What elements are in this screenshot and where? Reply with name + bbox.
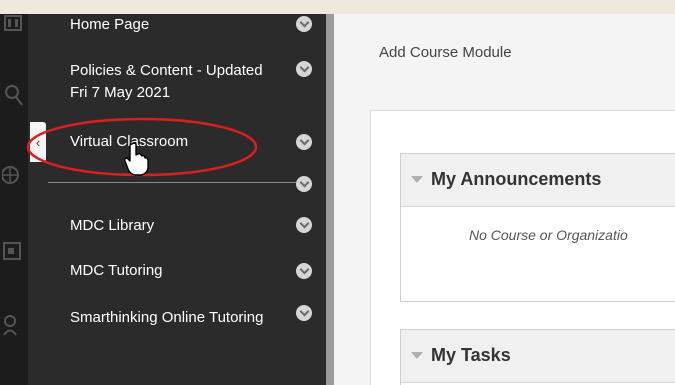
module-header[interactable]: My Announcements [401, 154, 675, 207]
main-content: Add Course Module My Announcements No Co… [334, 14, 675, 385]
menu-scrollbar[interactable] [326, 14, 334, 385]
menu-item-smarthinking[interactable]: Smarthinking Online Tutoring [70, 307, 280, 329]
add-course-module-link[interactable]: Add Course Module [379, 44, 512, 61]
collapse-triangle-icon[interactable] [411, 352, 423, 359]
chevron-down-icon[interactable] [296, 263, 312, 279]
modules-container: My Announcements No Course or Organizati… [370, 110, 675, 385]
menu-item-policies-content[interactable]: Policies & Content - Updated Fri 7 May 2… [70, 60, 280, 104]
chevron-down-icon[interactable] [296, 16, 312, 32]
module-my-tasks: My Tasks [400, 329, 675, 385]
module-my-announcements: My Announcements No Course or Organizati… [400, 153, 675, 302]
module-title: My Tasks [431, 345, 511, 365]
calendar-icon[interactable] [2, 239, 24, 261]
menu-item-mdc-tutoring[interactable]: MDC Tutoring [70, 260, 280, 282]
chevron-down-icon[interactable] [296, 305, 312, 321]
course-menu: Home Page Policies & Content - Updated F… [28, 14, 326, 385]
module-header[interactable]: My Tasks [401, 330, 675, 383]
screen: Home Page Policies & Content - Updated F… [0, 14, 675, 385]
user-icon[interactable] [2, 314, 24, 336]
module-title: My Announcements [431, 169, 602, 189]
module-empty-message: No Course or Organizatio [469, 227, 628, 243]
chevron-down-icon[interactable] [296, 61, 312, 77]
people-icon[interactable] [2, 84, 24, 106]
hand-cursor-icon [124, 142, 149, 176]
menu-item-mdc-library[interactable]: MDC Library [70, 215, 280, 237]
chevron-down-icon[interactable] [296, 134, 312, 150]
institution-icon[interactable] [2, 14, 24, 36]
menu-divider [48, 182, 296, 183]
chevron-down-icon[interactable] [296, 217, 312, 233]
menu-item-home-page[interactable]: Home Page [70, 14, 280, 36]
globe-icon[interactable] [2, 164, 24, 186]
collapse-triangle-icon[interactable] [411, 176, 423, 183]
global-nav [0, 14, 28, 385]
chevron-down-icon[interactable] [296, 176, 312, 192]
